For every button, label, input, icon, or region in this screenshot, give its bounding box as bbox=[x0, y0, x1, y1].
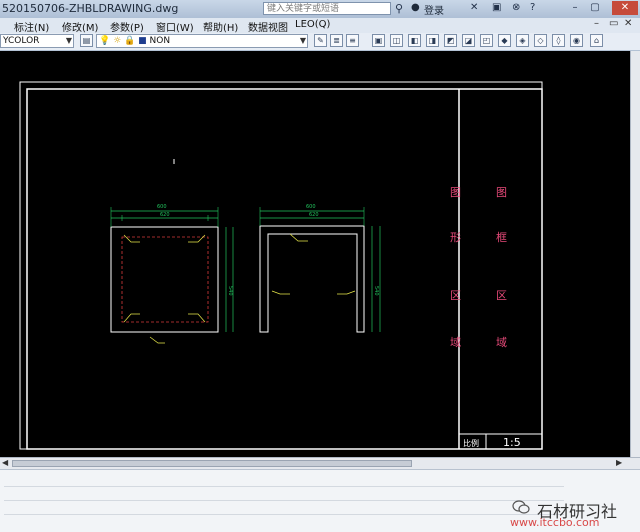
zone-label-left-1: 形 bbox=[450, 231, 461, 244]
side-dim-side: 540 bbox=[373, 286, 379, 296]
scroll-thumb[interactable] bbox=[12, 460, 412, 467]
title-bar: 520150706-ZHBLDRAWING.dwg 键入关键字或短语 ⚲ ● 登… bbox=[0, 0, 640, 19]
zone-label-right-1: 框 bbox=[496, 231, 507, 244]
color-swatch-icon: ■ bbox=[138, 36, 147, 46]
close-button[interactable]: ✕ bbox=[612, 1, 638, 15]
vertical-scrollbar[interactable] bbox=[630, 51, 640, 457]
properties-toolbar: YCOLOR ▼ ▤ 💡 ☼ 🔒 ■ NON ▼ ✎ ≣ ≡ ▣ ◫ ◧ ◨ ◩… bbox=[0, 33, 640, 51]
view-left-icon[interactable]: ◧ bbox=[408, 34, 421, 47]
menu-help[interactable]: 帮助(H) bbox=[203, 19, 238, 34]
menu-bar: 标注(N) 修改(M) 参数(P) 窗口(W) 帮助(H) 数据视图 LEO(Q… bbox=[0, 18, 640, 34]
horizontal-scrollbar[interactable]: ◀ ▶ bbox=[0, 457, 640, 469]
menu-data-view[interactable]: 数据视图 bbox=[248, 19, 288, 34]
view-back-icon[interactable]: ◪ bbox=[462, 34, 475, 47]
command-input-line[interactable] bbox=[4, 502, 564, 515]
command-history-line bbox=[4, 474, 564, 487]
side-dim-top: 600 bbox=[306, 204, 316, 210]
cart-icon[interactable]: ▣ bbox=[492, 2, 501, 13]
layer-states-icon[interactable]: ≡ bbox=[346, 34, 359, 47]
zone-label-left-2: 区 bbox=[450, 289, 461, 302]
color-combo-value: YCOLOR bbox=[3, 36, 40, 46]
binoculars-icon[interactable]: ⚲ bbox=[395, 2, 403, 15]
view-iso-icon[interactable]: ◰ bbox=[480, 34, 493, 47]
help-dropdown-icon[interactable]: ⊗ bbox=[512, 2, 520, 13]
watermark-url: www.itccbo.com bbox=[510, 516, 600, 529]
camera-icon[interactable]: ⌂ bbox=[590, 34, 603, 47]
menu-leo[interactable]: LEO(Q) bbox=[295, 19, 330, 30]
layer-combo-value: NON bbox=[149, 36, 171, 46]
zone-label-right-2: 区 bbox=[496, 289, 507, 302]
named-views-icon[interactable]: ◉ bbox=[570, 34, 583, 47]
scroll-right-icon[interactable]: ▶ bbox=[616, 458, 622, 467]
user-icon: ● bbox=[411, 2, 420, 13]
view-sw-iso-icon[interactable]: ◆ bbox=[498, 34, 511, 47]
menu-parametric[interactable]: 参数(P) bbox=[110, 19, 144, 34]
drawing-svg: 比例 1:5 图 形 区 域 图 框 区 域 600 620 540 600 6… bbox=[19, 81, 543, 450]
drawing-canvas[interactable]: 比例 1:5 图 形 区 域 图 框 区 域 600 620 540 600 6… bbox=[0, 51, 640, 457]
wechat-icon bbox=[512, 500, 530, 514]
zone-label-left-3: 域 bbox=[450, 336, 461, 349]
chevron-down-icon: ▼ bbox=[299, 36, 306, 45]
outer-frame bbox=[19, 81, 543, 450]
maximize-button[interactable]: ▢ bbox=[586, 1, 604, 15]
zone-label-left-0: 图 bbox=[450, 186, 461, 199]
exchange-icon[interactable]: ✕ bbox=[470, 2, 478, 13]
color-combo[interactable]: YCOLOR ▼ bbox=[0, 34, 74, 48]
menu-modify[interactable]: 修改(M) bbox=[62, 19, 98, 34]
zone-label-right-3: 域 bbox=[496, 336, 507, 349]
scroll-left-icon[interactable]: ◀ bbox=[2, 458, 8, 467]
front-view-hidden-lines bbox=[121, 236, 209, 323]
layer-previous-icon[interactable]: ≣ bbox=[330, 34, 343, 47]
view-front-icon[interactable]: ◫ bbox=[390, 34, 403, 47]
front-view: 600 620 540 bbox=[110, 204, 234, 344]
front-dim-top: 600 bbox=[157, 204, 167, 210]
zone-label-right-0: 图 bbox=[496, 186, 507, 199]
title-block-label: 比例 bbox=[463, 438, 479, 448]
layer-manager-icon[interactable]: ▤ bbox=[80, 34, 93, 47]
login-button[interactable]: 登录 bbox=[424, 2, 444, 17]
side-view-outline bbox=[259, 225, 365, 333]
lock-icon: 🔒 bbox=[124, 36, 136, 46]
menu-dimension[interactable]: 标注(N) bbox=[14, 19, 49, 34]
view-nw-iso-icon[interactable]: ◊ bbox=[552, 34, 565, 47]
front-view-outline bbox=[110, 226, 219, 333]
view-ne-iso-icon[interactable]: ◇ bbox=[534, 34, 547, 47]
inner-frame bbox=[26, 88, 543, 450]
search-input[interactable]: 键入关键字或短语 bbox=[263, 2, 391, 15]
title-block-scale: 1:5 bbox=[503, 436, 521, 449]
help-icon[interactable]: ? bbox=[530, 2, 535, 13]
doc-minimize-button[interactable]: – bbox=[594, 18, 599, 29]
chevron-down-icon: ▼ bbox=[65, 36, 72, 45]
menu-window[interactable]: 窗口(W) bbox=[156, 19, 194, 34]
side-dim-mid: 620 bbox=[309, 212, 319, 218]
view-top-icon[interactable]: ▣ bbox=[372, 34, 385, 47]
lightbulb-icon: 💡 bbox=[99, 36, 111, 46]
front-dim-side: 540 bbox=[227, 286, 233, 296]
side-view: 600 620 540 bbox=[259, 204, 381, 333]
doc-close-button[interactable]: ✕ bbox=[624, 18, 632, 29]
doc-restore-button[interactable]: ▭ bbox=[609, 18, 618, 29]
minimize-button[interactable]: – bbox=[566, 1, 584, 15]
view-bottom-icon[interactable]: ◩ bbox=[444, 34, 457, 47]
front-dim-mid: 620 bbox=[160, 212, 170, 218]
sun-icon: ☼ bbox=[113, 36, 122, 46]
command-history-line bbox=[4, 488, 564, 501]
view-right-icon[interactable]: ◨ bbox=[426, 34, 439, 47]
view-se-iso-icon[interactable]: ◈ bbox=[516, 34, 529, 47]
layer-combo[interactable]: 💡 ☼ 🔒 ■ NON ▼ bbox=[96, 34, 308, 48]
document-title: 520150706-ZHBLDRAWING.dwg bbox=[2, 2, 179, 15]
side-leaders bbox=[271, 233, 356, 295]
make-current-icon[interactable]: ✎ bbox=[314, 34, 327, 47]
front-leaders bbox=[123, 234, 206, 344]
